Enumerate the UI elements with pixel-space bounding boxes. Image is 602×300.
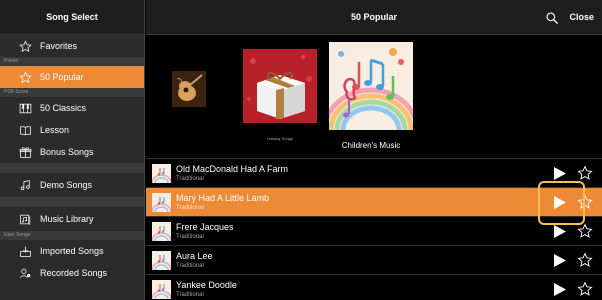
- album-caption: Children's Music: [341, 141, 401, 150]
- album-carousel: Holiday Songs Children's Music: [146, 35, 602, 158]
- music-notes-album-art: [329, 42, 413, 130]
- album-caption: Holiday Songs: [267, 136, 293, 141]
- star-outline-icon: [18, 70, 32, 84]
- favorite-star-icon[interactable]: [577, 281, 593, 297]
- favorite-star-icon[interactable]: [577, 165, 593, 181]
- song-row-old-macdonald[interactable]: Old MacDonald Had A Farm Traditional: [146, 158, 602, 187]
- top-bar: 50 Popular Close: [146, 0, 602, 35]
- song-title: Yankee Doodle: [176, 280, 237, 290]
- sidebar-item-label: 50 Classics: [40, 103, 87, 113]
- song-thumbnail: [152, 280, 171, 299]
- section-header-preset: Preset: [0, 57, 144, 66]
- sidebar-item-recorded-songs[interactable]: Recorded Songs: [0, 262, 144, 284]
- favorite-star-icon[interactable]: [577, 252, 593, 268]
- main-panel: 50 Popular Close Holiday Songs Children'…: [146, 0, 602, 300]
- sidebar-item-imported-songs[interactable]: Imported Songs: [0, 240, 144, 262]
- sidebar-item-music-library[interactable]: Music Library: [0, 207, 144, 231]
- play-icon[interactable]: [554, 254, 566, 267]
- song-thumbnail: [152, 193, 171, 212]
- sidebar-item-label: 50 Popular: [40, 72, 84, 82]
- song-composer: Traditional: [176, 234, 204, 240]
- sidebar-item-label: Bonus Songs: [40, 147, 94, 157]
- album-childrens-music[interactable]: Children's Music: [329, 42, 413, 152]
- song-title: Old MacDonald Had A Farm: [176, 164, 289, 174]
- sidebar-divider: [0, 197, 144, 207]
- favorite-star-icon[interactable]: [577, 223, 593, 239]
- song-row-frere-jacques[interactable]: Frere Jacques Traditional: [146, 216, 602, 245]
- song-row-yankee-doodle[interactable]: Yankee Doodle Traditional: [146, 274, 602, 300]
- album-holiday[interactable]: Holiday Songs: [243, 49, 317, 145]
- song-row-mary-had-a-little-lamb[interactable]: Mary Had A Little Lamb Traditional: [146, 187, 602, 216]
- song-thumbnail: [152, 164, 171, 183]
- song-list: Old MacDonald Had A Farm Traditional Mar…: [146, 158, 602, 300]
- page-title: 50 Popular: [350, 12, 397, 22]
- sidebar-item-50-classics[interactable]: 50 Classics: [0, 97, 144, 119]
- sidebar: Song Select Favorites Preset 50 Popular …: [0, 0, 145, 300]
- sidebar-item-label: Favorites: [40, 41, 78, 51]
- play-icon[interactable]: [554, 225, 566, 238]
- song-composer: Traditional: [176, 263, 204, 269]
- sidebar-item-50-popular[interactable]: 50 Popular: [0, 66, 144, 88]
- sidebar-item-label: Music Library: [40, 214, 94, 224]
- song-title: Frere Jacques: [176, 222, 234, 232]
- gift-icon: [18, 145, 32, 159]
- music-library-icon: [18, 212, 32, 226]
- gift-box-album-art: [243, 49, 317, 123]
- section-header-user-songs: User Songs: [0, 231, 144, 240]
- song-composer: Traditional: [176, 176, 204, 182]
- sidebar-item-label: Recorded Songs: [40, 268, 108, 278]
- album-guitar[interactable]: [172, 71, 206, 119]
- star-outline-icon: [18, 39, 32, 53]
- demo-note-icon: [18, 178, 32, 192]
- sidebar-item-bonus-songs[interactable]: Bonus Songs: [0, 141, 144, 163]
- lesson-book-icon: [18, 123, 32, 137]
- song-thumbnail: [152, 222, 171, 241]
- piano-keys-icon: [18, 101, 32, 115]
- guitar-album-art: [172, 71, 206, 107]
- sidebar-item-label: Lesson: [40, 125, 70, 135]
- section-header-pdf-score: PDF Score: [0, 88, 144, 97]
- sidebar-item-lesson[interactable]: Lesson: [0, 119, 144, 141]
- close-button[interactable]: Close: [569, 0, 594, 35]
- play-button-highlight: [538, 181, 585, 225]
- play-icon[interactable]: [554, 167, 566, 180]
- song-composer: Traditional: [176, 292, 204, 298]
- sidebar-item-label: Imported Songs: [40, 246, 104, 256]
- import-icon: [18, 244, 32, 258]
- song-thumbnail: [152, 251, 171, 270]
- sidebar-title: Song Select: [0, 0, 144, 35]
- sidebar-item-favorites[interactable]: Favorites: [0, 35, 144, 57]
- song-row-aura-lee[interactable]: Aura Lee Traditional: [146, 245, 602, 274]
- song-composer: Traditional: [176, 205, 204, 211]
- sidebar-item-label: Demo Songs: [40, 180, 93, 190]
- recorded-icon: [18, 266, 32, 280]
- sidebar-divider: [0, 163, 144, 173]
- sidebar-item-demo-songs[interactable]: Demo Songs: [0, 173, 144, 197]
- song-title: Mary Had A Little Lamb: [176, 193, 270, 203]
- song-title: Aura Lee: [176, 251, 213, 261]
- play-icon[interactable]: [554, 283, 566, 296]
- search-icon[interactable]: [545, 11, 559, 25]
